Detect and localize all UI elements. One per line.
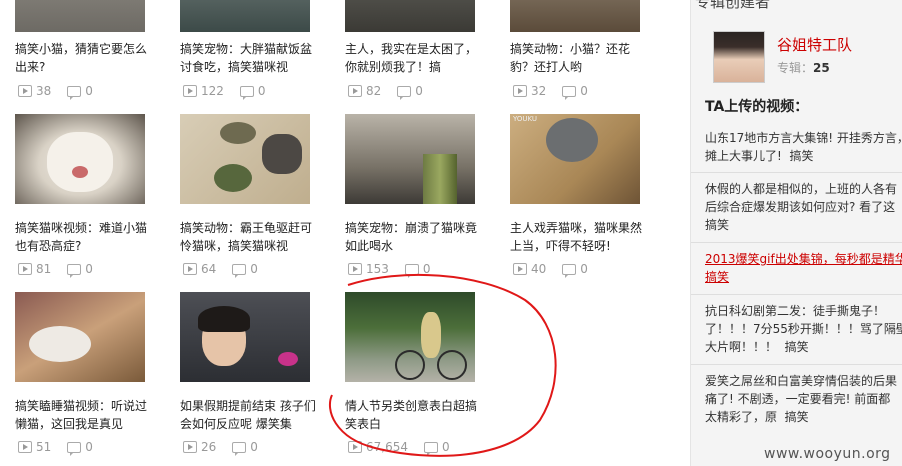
avatar[interactable] <box>713 31 765 83</box>
video-link-line: 大片啊！！！ 搞笑 <box>705 340 809 354</box>
video-link-line: 山东17地市方言大集锦! 开挂秀方言， <box>705 131 902 145</box>
video-link-line: 休假的人都是相似的，上班的人各有 <box>705 182 898 196</box>
sidebar-video-link[interactable]: 山东17地市方言大集锦! 开挂秀方言， 摊上大事儿了! 搞笑 <box>705 129 902 165</box>
sidebar-video-link[interactable]: 休假的人都是相似的，上班的人各有 后综合症爆发期该如何应对? 看了这 搞笑 <box>705 180 902 234</box>
category-tag[interactable]: 搞笑 <box>789 149 813 163</box>
uploads-heading: TA上传的视频： <box>705 99 809 115</box>
sidebar-video-link[interactable]: 爱笑之屌丝和白富美穿情侣装的后果 痛了! 不剧透，一定要看完! 前面都 太精彩了… <box>705 372 902 426</box>
album-count: 25 <box>813 61 830 75</box>
sidebar: 专辑创建者 谷姐特工队 专辑：25 TA上传的视频： 山东17地市方言大集锦! … <box>690 0 902 466</box>
category-tag[interactable]: 搞笑 <box>705 268 902 286</box>
video-link-line: 抗日科幻剧第二发：徒手撕鬼子！ <box>705 304 886 318</box>
video-link-line: 爱笑之屌丝和白富美穿情侣装的后果 <box>705 374 898 388</box>
sidebar-video-link[interactable]: 抗日科幻剧第二发：徒手撕鬼子！ 了！！！7分55秒开撕！！！骂了隔壁 大片啊！！… <box>705 302 902 356</box>
divider <box>691 364 902 365</box>
video-link-line: 后综合症爆发期该如何应对? 看了这 <box>705 200 896 214</box>
category-tag[interactable]: 搞笑 <box>705 216 902 234</box>
divider <box>691 242 902 243</box>
album-info: 专辑：25 <box>777 59 830 76</box>
sidebar-section-title: 专辑创建者 <box>695 0 771 11</box>
sidebar-video-link[interactable]: 2013爆笑gif出处集锦，每秒都是精华 搞笑 <box>705 250 902 286</box>
divider <box>691 172 902 173</box>
watermark: www.wooyun.org <box>764 446 891 462</box>
divider <box>691 294 902 295</box>
video-link-line: 摊上大事儿了! 搞笑 <box>705 149 814 163</box>
video-link-line: 了！！！7分55秒开撕！！！骂了隔壁 <box>705 322 902 336</box>
video-link-line: 痛了! 不剧透，一定要看完! 前面都 <box>705 392 891 406</box>
category-tag[interactable]: 搞笑 <box>785 410 809 424</box>
album-label: 专辑： <box>777 61 814 75</box>
video-link-line: 2013爆笑gif出处集锦，每秒都是精华 <box>705 252 902 266</box>
category-tag[interactable]: 搞笑 <box>785 340 809 354</box>
author-name[interactable]: 谷姐特工队 <box>777 34 852 55</box>
video-link-line: 太精彩了，原 搞笑 <box>705 410 809 424</box>
